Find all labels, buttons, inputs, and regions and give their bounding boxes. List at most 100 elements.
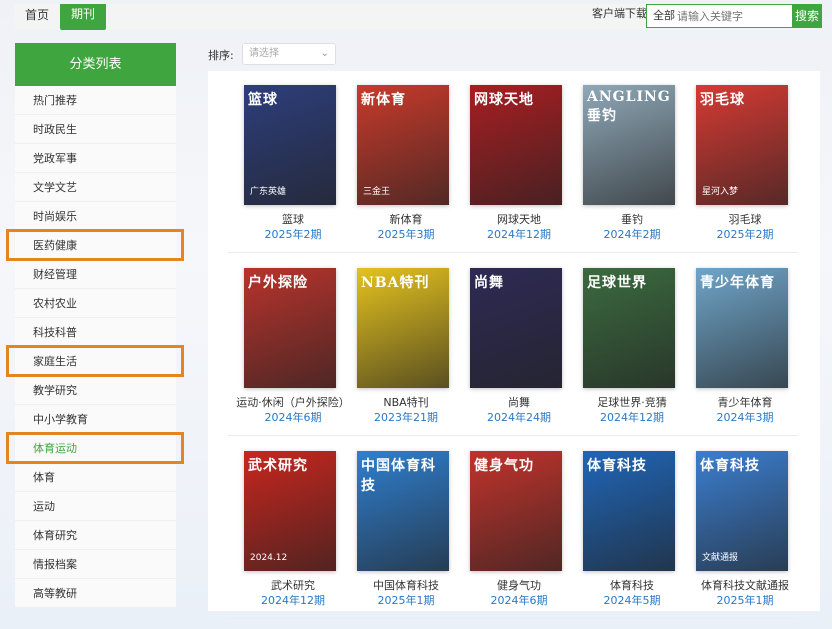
sidebar-item[interactable]: 高等教研 bbox=[15, 579, 176, 608]
magazine-cover[interactable]: ANGLING 垂钓 bbox=[583, 85, 675, 205]
cover-title: 户外探险 bbox=[248, 275, 308, 291]
search-button[interactable]: 搜索 bbox=[792, 4, 822, 28]
magazine-row: 武术研究 2024.12 武术研究 2024年12期 中国体育科技 中国体育科技 2025年… bbox=[228, 437, 798, 619]
top-bar: 首页 期刊 客户端下载 全部 搜索 bbox=[14, 4, 822, 30]
magazine-issue[interactable]: 2025年2期 bbox=[680, 226, 810, 242]
cover-title: 健身气功 bbox=[474, 458, 534, 474]
magazine-issue[interactable]: 2024年5期 bbox=[567, 592, 697, 608]
sidebar-item[interactable]: 体育运动 bbox=[15, 434, 176, 463]
magazine-cover[interactable]: 体育科技 文献通报 bbox=[696, 451, 788, 571]
cover-title: ANGLING 垂钓 bbox=[587, 89, 671, 124]
magazine-name[interactable]: 垂钓 bbox=[567, 211, 697, 227]
magazine-issue[interactable]: 2024年6期 bbox=[228, 409, 358, 425]
cover-title: 羽毛球 bbox=[700, 92, 745, 108]
magazine-row: 篮球 广东英雄 篮球 2025年2期 新体育 三金王 新体育 2025年3期 网球天地 网球天地 2… bbox=[228, 71, 798, 253]
sidebar-item[interactable]: 教学研究 bbox=[15, 376, 176, 405]
cover-subtitle: 星河入梦 bbox=[702, 187, 739, 197]
cover-title: 篮球 bbox=[248, 92, 278, 108]
chevron-down-icon: ⌄ bbox=[320, 48, 329, 59]
cover-title: 青少年体育 bbox=[700, 275, 775, 291]
magazine-name[interactable]: 武术研究 bbox=[228, 577, 358, 593]
magazine-cover[interactable]: 中国体育科技 bbox=[357, 451, 449, 571]
cover-title: 足球世界 bbox=[587, 275, 647, 291]
magazine-name[interactable]: 运动·休闲（户外探险） bbox=[228, 394, 358, 410]
magazine-cover[interactable]: 武术研究 2024.12 bbox=[244, 451, 336, 571]
magazine-issue[interactable]: 2023年21期 bbox=[341, 409, 471, 425]
cover-title: 体育科技 bbox=[587, 458, 647, 474]
sidebar-item[interactable]: 家庭生活 bbox=[15, 347, 176, 376]
sidebar-item[interactable]: 农村农业 bbox=[15, 289, 176, 318]
magazine-issue[interactable]: 2024年12期 bbox=[454, 226, 584, 242]
magazine-cover[interactable]: 尚舞 bbox=[470, 268, 562, 388]
cover-title: 新体育 bbox=[361, 92, 406, 108]
sidebar-item[interactable]: 医药健康 bbox=[15, 231, 176, 260]
cover-title: 武术研究 bbox=[248, 458, 308, 474]
magazine-name[interactable]: 羽毛球 bbox=[680, 211, 810, 227]
magazine-cover[interactable]: 青少年体育 bbox=[696, 268, 788, 388]
cover-subtitle: 广东英雄 bbox=[250, 187, 287, 197]
magazine-name[interactable]: 足球世界·竞猜 bbox=[567, 394, 697, 410]
magazine-cover[interactable]: NBA特刊 bbox=[357, 268, 449, 388]
magazine-cover[interactable]: 足球世界 bbox=[583, 268, 675, 388]
cover-title: NBA特刊 bbox=[361, 275, 430, 291]
magazine-issue[interactable]: 2024年3期 bbox=[680, 409, 810, 425]
cover-title: 中国体育科技 bbox=[361, 458, 436, 494]
magazine-name[interactable]: NBA特刊 bbox=[341, 394, 471, 410]
magazine-cover[interactable]: 健身气功 bbox=[470, 451, 562, 571]
magazine-name[interactable]: 中国体育科技 bbox=[341, 577, 471, 593]
magazine-name[interactable]: 健身气功 bbox=[454, 577, 584, 593]
magazine-name[interactable]: 体育科技文献通报 bbox=[680, 577, 810, 593]
sidebar-item[interactable]: 中小学教育 bbox=[15, 405, 176, 434]
magazine-panel: 篮球 广东英雄 篮球 2025年2期 新体育 三金王 新体育 2025年3期 网球天地 网球天地 2… bbox=[208, 71, 820, 619]
search-input[interactable] bbox=[677, 8, 789, 24]
cover-title: 网球天地 bbox=[474, 92, 534, 108]
magazine-name[interactable]: 青少年体育 bbox=[680, 394, 810, 410]
nav-journal-tab[interactable]: 期刊 bbox=[60, 4, 106, 30]
magazine-issue[interactable]: 2024年2期 bbox=[567, 226, 697, 242]
magazine-cover[interactable]: 羽毛球 星河入梦 bbox=[696, 85, 788, 205]
magazine-issue[interactable]: 2025年1期 bbox=[341, 592, 471, 608]
client-download-link[interactable]: 客户端下载 bbox=[592, 4, 647, 24]
cover-title: 体育科技 bbox=[700, 458, 760, 474]
magazine-cover[interactable]: 新体育 三金王 bbox=[357, 85, 449, 205]
sidebar-item[interactable]: 体育研究 bbox=[15, 521, 176, 550]
magazine-name[interactable]: 体育科技 bbox=[567, 577, 697, 593]
magazine-issue[interactable]: 2024年6期 bbox=[454, 592, 584, 608]
sidebar-item[interactable]: 科技科普 bbox=[15, 318, 176, 347]
cover-title: 尚舞 bbox=[474, 275, 504, 291]
search-scope-select[interactable]: 全部 bbox=[653, 5, 675, 27]
magazine-issue[interactable]: 2025年2期 bbox=[228, 226, 358, 242]
sidebar-item[interactable]: 运动 bbox=[15, 492, 176, 521]
category-sidebar: 分类列表 热门推荐 时政民生 党政军事 文学文艺 时尚娱乐 医药健康 财经管理 农村农业 科技科… bbox=[15, 43, 176, 608]
magazine-issue[interactable]: 2025年3期 bbox=[341, 226, 471, 242]
magazine-issue[interactable]: 2025年1期 bbox=[680, 592, 810, 608]
search-box: 全部 搜索 bbox=[646, 4, 822, 28]
cover-subtitle: 2024.12 bbox=[250, 553, 288, 563]
magazine-cover[interactable]: 网球天地 bbox=[470, 85, 562, 205]
cover-subtitle: 三金王 bbox=[363, 187, 391, 197]
cover-subtitle: 文献通报 bbox=[702, 553, 739, 563]
sort-select[interactable]: 请选择 ⌄ bbox=[242, 43, 336, 65]
category-list-header: 分类列表 bbox=[15, 43, 176, 86]
sidebar-item[interactable]: 情报档案 bbox=[15, 550, 176, 579]
magazine-issue[interactable]: 2024年12期 bbox=[228, 592, 358, 608]
magazine-issue[interactable]: 2024年24期 bbox=[454, 409, 584, 425]
sidebar-item[interactable]: 体育 bbox=[15, 463, 176, 492]
sidebar-item[interactable]: 时政民生 bbox=[15, 115, 176, 144]
sidebar-item[interactable]: 时尚娱乐 bbox=[15, 202, 176, 231]
sidebar-item[interactable]: 党政军事 bbox=[15, 144, 176, 173]
magazine-name[interactable]: 尚舞 bbox=[454, 394, 584, 410]
magazine-issue[interactable]: 2024年12期 bbox=[567, 409, 697, 425]
magazine-row: 户外探险 运动·休闲（户外探险） 2024年6期 NBA特刊 NBA特刊 2023年21期… bbox=[228, 254, 798, 436]
magazine-name[interactable]: 网球天地 bbox=[454, 211, 584, 227]
magazine-cover[interactable]: 篮球 广东英雄 bbox=[244, 85, 336, 205]
magazine-cover[interactable]: 户外探险 bbox=[244, 268, 336, 388]
sidebar-item[interactable]: 热门推荐 bbox=[15, 86, 176, 115]
magazine-cover[interactable]: 体育科技 bbox=[583, 451, 675, 571]
magazine-name[interactable]: 篮球 bbox=[228, 211, 358, 227]
magazine-name[interactable]: 新体育 bbox=[341, 211, 471, 227]
nav-home-link[interactable]: 首页 bbox=[14, 4, 60, 26]
sidebar-item[interactable]: 文学文艺 bbox=[15, 173, 176, 202]
sidebar-item[interactable]: 财经管理 bbox=[15, 260, 176, 289]
sort-label: 排序: bbox=[208, 49, 234, 62]
